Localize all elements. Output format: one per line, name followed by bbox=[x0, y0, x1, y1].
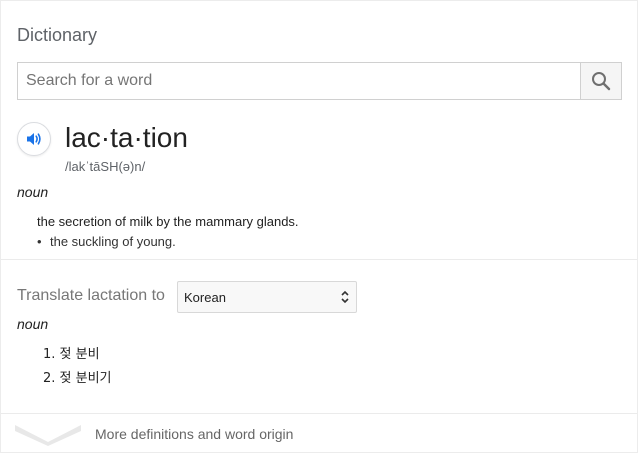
more-definitions-label: More definitions and word origin bbox=[95, 426, 294, 442]
language-select[interactable]: Korean bbox=[177, 281, 357, 313]
search-button[interactable] bbox=[580, 63, 621, 99]
search-icon bbox=[592, 72, 611, 91]
translation-item: 2. 젖 분비기 bbox=[43, 371, 112, 386]
more-definitions-link[interactable]: More definitions and word origin bbox=[1, 414, 637, 452]
dictionary-card: Dictionary lac·ta·tion /lakˈtāSH(ə)n/ no… bbox=[0, 0, 638, 453]
bullet-icon: • bbox=[37, 234, 42, 249]
language-select-value: Korean bbox=[184, 289, 226, 305]
translation-item: 1. 젖 분비 bbox=[43, 347, 100, 362]
headword: lac·ta·tion bbox=[65, 122, 188, 153]
part-of-speech: noun bbox=[17, 184, 49, 200]
card-title: Dictionary bbox=[17, 25, 98, 45]
definition: the secretion of milk by the mammary gla… bbox=[37, 214, 299, 229]
chevron-down-icon bbox=[15, 425, 81, 446]
phonetic-spelling: /lakˈtāSH(ə)n/ bbox=[65, 159, 146, 174]
translate-label: Translate lactation to bbox=[17, 287, 165, 304]
section-divider bbox=[1, 259, 637, 260]
translation-part-of-speech: noun bbox=[17, 316, 49, 332]
pronunciation-button[interactable] bbox=[17, 122, 51, 156]
search-input[interactable] bbox=[18, 63, 580, 99]
select-arrows-icon bbox=[341, 290, 349, 304]
sub-definition: • the suckling of young. bbox=[37, 234, 176, 249]
search-box bbox=[17, 62, 622, 100]
speaker-icon bbox=[27, 133, 41, 145]
sub-definition-text: the suckling of young. bbox=[50, 234, 176, 249]
